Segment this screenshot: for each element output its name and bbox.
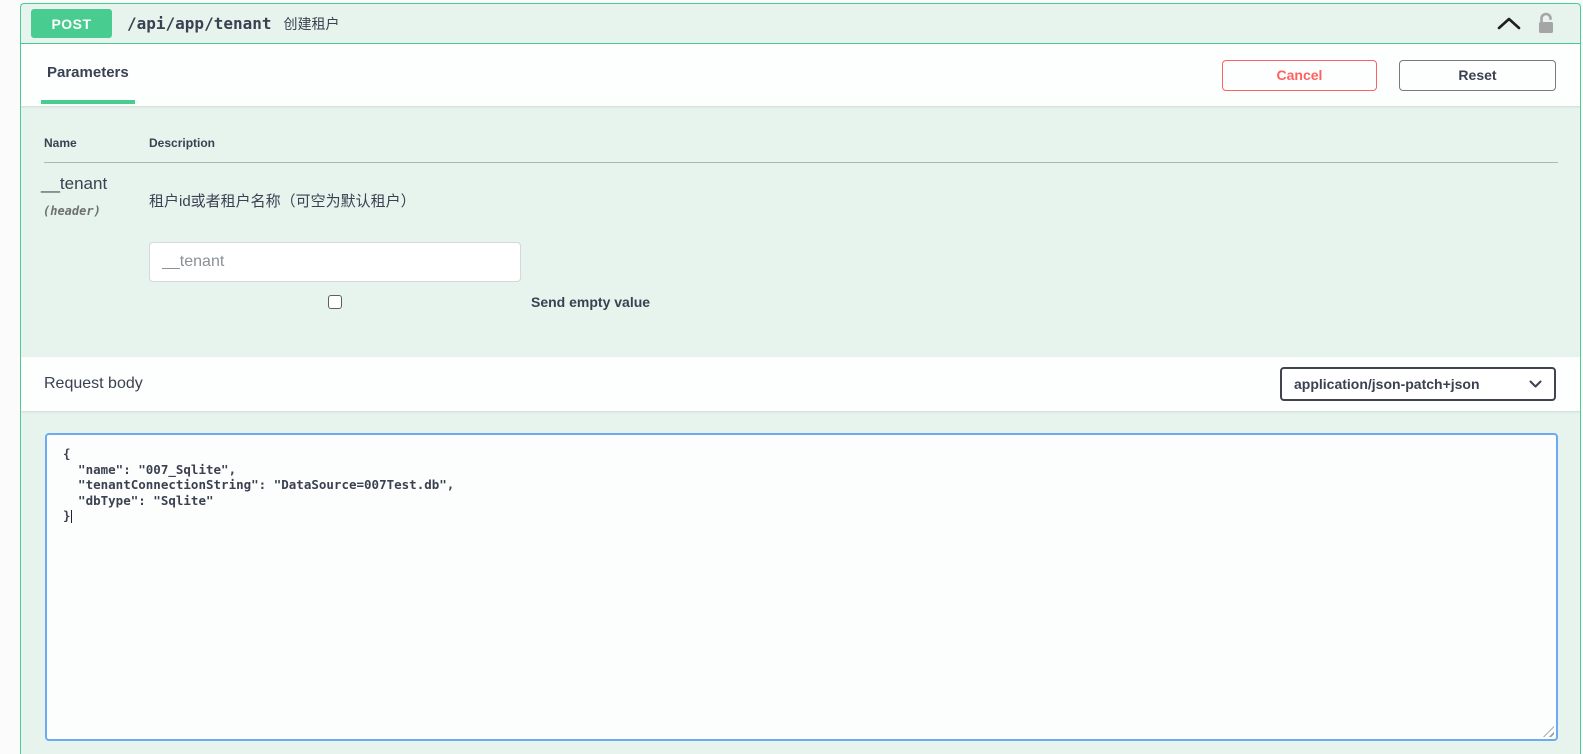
param-location: (header) bbox=[43, 204, 101, 218]
endpoint-description: 创建租户 bbox=[284, 14, 340, 34]
send-empty-label: Send empty value bbox=[531, 294, 650, 310]
method-badge: POST bbox=[31, 9, 112, 38]
table-divider bbox=[44, 162, 1558, 163]
text-caret bbox=[71, 510, 72, 523]
tab-parameters[interactable]: Parameters bbox=[41, 44, 135, 104]
cancel-button[interactable]: Cancel bbox=[1222, 60, 1377, 91]
action-buttons: Cancel Reset bbox=[1222, 60, 1556, 91]
parameters-header-strip: Parameters Cancel Reset bbox=[21, 44, 1580, 106]
reset-button[interactable]: Reset bbox=[1399, 60, 1556, 91]
request-body-section: { "name": "007_Sqlite", "tenantConnectio… bbox=[21, 411, 1580, 754]
resize-handle-icon[interactable] bbox=[1543, 726, 1554, 737]
swagger-screen: POST /api/app/tenant 创建租户 Parameters Can… bbox=[0, 0, 1583, 754]
request-body-header-strip: Request body application/json-patch+json bbox=[21, 357, 1580, 411]
summary-icons bbox=[1497, 12, 1556, 36]
send-empty-checkbox[interactable] bbox=[328, 295, 342, 309]
endpoint-path: /api/app/tenant bbox=[127, 14, 272, 33]
content-type-select[interactable]: application/json-patch+json bbox=[1280, 367, 1556, 401]
lock-open-icon[interactable] bbox=[1536, 12, 1556, 36]
content-type-value: application/json-patch+json bbox=[1294, 376, 1480, 392]
param-description: 租户id或者租户名称（可空为默认租户） bbox=[149, 190, 416, 211]
chevron-down-icon bbox=[1529, 380, 1542, 388]
column-header-description: Description bbox=[149, 136, 215, 150]
chevron-up-icon[interactable] bbox=[1497, 17, 1521, 30]
param-name: __tenant bbox=[41, 174, 107, 194]
opblock-post-tenant: POST /api/app/tenant 创建租户 Parameters Can… bbox=[20, 3, 1581, 754]
column-header-name: Name bbox=[44, 136, 77, 150]
tenant-input[interactable] bbox=[149, 242, 521, 282]
request-body-json: { "name": "007_Sqlite", "tenantConnectio… bbox=[47, 435, 1556, 535]
request-body-editor[interactable]: { "name": "007_Sqlite", "tenantConnectio… bbox=[45, 433, 1558, 741]
endpoint-summary[interactable]: POST /api/app/tenant 创建租户 bbox=[21, 4, 1580, 44]
request-body-label: Request body bbox=[44, 375, 143, 393]
parameters-table: Name Description __tenant (header) 租户id或… bbox=[21, 106, 1580, 357]
